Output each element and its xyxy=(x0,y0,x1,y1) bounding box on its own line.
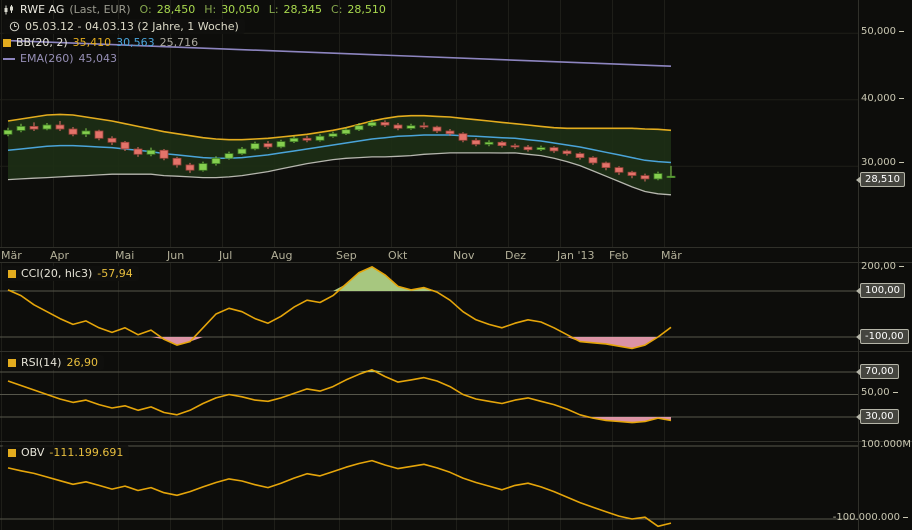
axis-tick-label: -100.000.000 xyxy=(833,512,908,523)
month-label: Okt xyxy=(388,249,407,262)
obv-label: OBV xyxy=(21,446,44,459)
cci-legend-row[interactable]: CCI(20, hlc3) -57,94 xyxy=(2,266,139,281)
obv-legend-pill[interactable]: OBV -111.199.691 xyxy=(2,445,129,460)
time-axis[interactable]: Mär Apr Mai Jun Jul Aug Sep Okt Nov Dez Jan '13 Feb… xyxy=(0,248,858,263)
month-label: Jan '13 xyxy=(557,249,594,262)
date-range-pill[interactable]: 05.03.12 - 04.03.13 (2 Jahre, 1 Woche) xyxy=(3,19,245,34)
high-label: H: xyxy=(204,3,216,16)
divider-rsi-obv xyxy=(0,441,912,442)
axis-value-badge: 30,00 xyxy=(860,409,899,424)
cci-label: CCI(20, hlc3) xyxy=(21,267,92,280)
bb-lower-value: 25,716 xyxy=(160,36,199,49)
low-value: 28,345 xyxy=(284,3,323,16)
high-value: 30,050 xyxy=(221,3,260,16)
month-label: Mär xyxy=(1,249,22,262)
month-label: Feb xyxy=(609,249,628,262)
month-label: Apr xyxy=(50,249,69,262)
month-label: Mai xyxy=(115,249,134,262)
divider-cci-rsi xyxy=(0,351,912,352)
trading-chart-window: Mär Apr Mai Jun Jul Aug Sep Okt Nov Dez Jan '13 Feb… xyxy=(0,0,912,530)
symbol-name: RWE AG xyxy=(20,3,64,16)
month-label: Sep xyxy=(336,249,357,262)
close-value: 28,510 xyxy=(347,3,386,16)
low-label: L: xyxy=(269,3,279,16)
instrument-legend-row[interactable]: RWE AG (Last, EUR) O: 28,450 H: 30,050 L… xyxy=(3,3,386,16)
month-label: Dez xyxy=(505,249,526,262)
axis-tick-label: 50,00 xyxy=(861,387,898,398)
rsi-panel-canvas[interactable] xyxy=(0,352,912,441)
date-range-text: 05.03.12 - 04.03.13 (2 Jahre, 1 Woche) xyxy=(25,20,239,33)
ema-value: 45,043 xyxy=(79,52,118,65)
open-value: 28,450 xyxy=(157,3,196,16)
instrument-icon xyxy=(3,4,15,16)
axis-value-badge: 28,510 xyxy=(860,172,905,187)
bb-upper-value: 35,410 xyxy=(73,36,112,49)
price-type-label: (Last, EUR) xyxy=(69,3,130,16)
open-label: O: xyxy=(140,3,152,16)
obv-legend-row[interactable]: OBV -111.199.691 xyxy=(2,445,129,460)
cci-legend-pill[interactable]: CCI(20, hlc3) -57,94 xyxy=(2,266,139,281)
bb-icon xyxy=(3,39,11,47)
axis-value-badge: 100,00 xyxy=(860,283,905,298)
rsi-icon xyxy=(8,359,16,367)
obv-icon xyxy=(8,449,16,457)
axis-tick-label: 40,000 xyxy=(861,93,904,104)
month-label: Nov xyxy=(453,249,474,262)
month-label: Aug xyxy=(271,249,292,262)
axis-value-badge: 70,00 xyxy=(860,364,899,379)
rsi-value: 26,90 xyxy=(66,356,98,369)
rsi-legend-pill[interactable]: RSI(14) 26,90 xyxy=(2,355,104,370)
clock-icon xyxy=(9,21,20,32)
bb-legend-row[interactable]: BB(20, 2) 35,410 30,563 25,716 xyxy=(3,36,198,49)
axis-tick-label: 100.000M xyxy=(861,439,912,450)
bb-middle-value: 30,563 xyxy=(116,36,155,49)
axis-tick-label: 200,00 xyxy=(861,261,904,272)
obv-value: -111.199.691 xyxy=(49,446,123,459)
date-range-row[interactable]: 05.03.12 - 04.03.13 (2 Jahre, 1 Woche) xyxy=(3,19,245,34)
axis-tick-label: 30,000 xyxy=(861,157,904,168)
rsi-label: RSI(14) xyxy=(21,356,61,369)
axis-tick-label: 50,000 xyxy=(861,26,904,37)
ema-line-icon xyxy=(3,58,15,60)
rsi-legend-row[interactable]: RSI(14) 26,90 xyxy=(2,355,104,370)
cci-icon xyxy=(8,270,16,278)
bb-label: BB(20, 2) xyxy=(16,36,68,49)
month-label: Jun xyxy=(167,249,184,262)
ema-legend-row[interactable]: EMA(260) 45,043 xyxy=(3,52,117,65)
cci-value: -57,94 xyxy=(97,267,132,280)
close-label: C: xyxy=(331,3,342,16)
obv-panel-canvas[interactable] xyxy=(0,442,912,530)
axis-value-badge: -100,00 xyxy=(860,329,909,344)
month-label: Jul xyxy=(219,249,232,262)
month-label: Mär xyxy=(661,249,682,262)
ema-label: EMA(260) xyxy=(20,52,74,65)
